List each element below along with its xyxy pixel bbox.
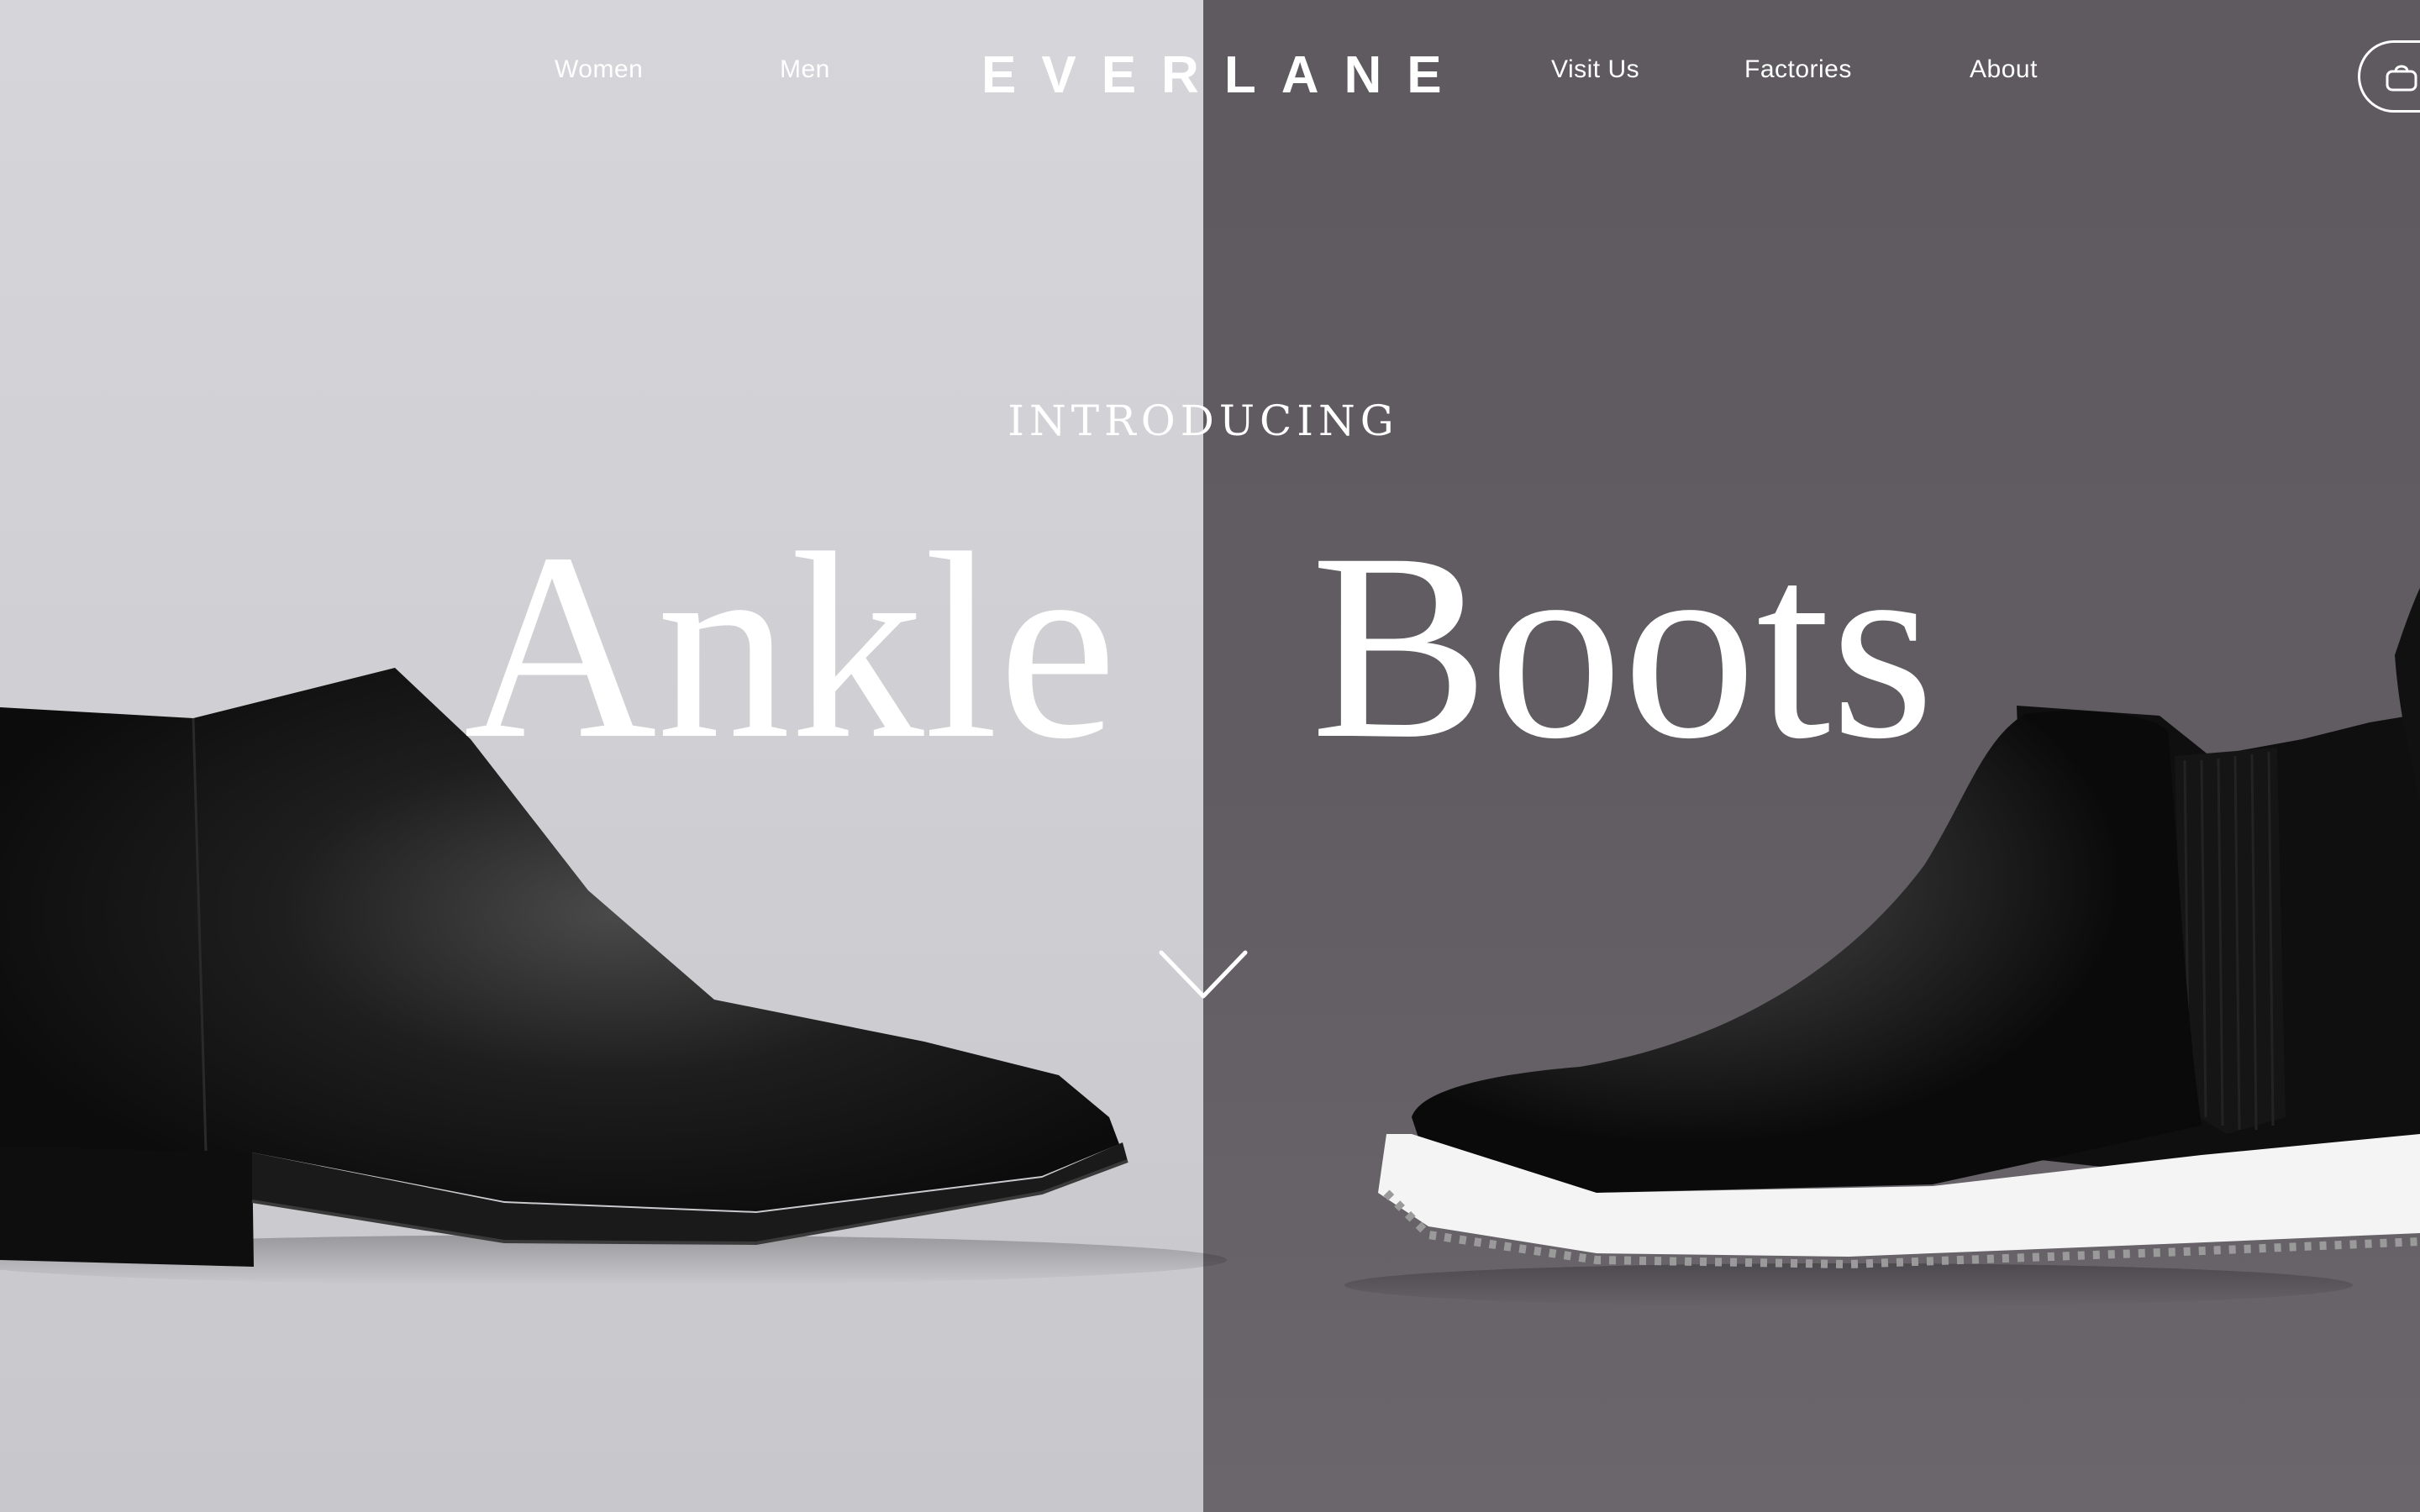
hero-headline-left: Ankle (464, 498, 1118, 794)
cart-bag-icon (2386, 65, 2417, 92)
nav-link-factories[interactable]: Factories (1744, 55, 1852, 84)
chevron-down-icon[interactable] (1158, 948, 1249, 1003)
hero-headline-right: Boots (1311, 498, 1935, 794)
nav-link-visit-us[interactable]: Visit Us (1551, 55, 1639, 84)
hero-page: Women Men EVERLANE Visit Us Factories Ab… (0, 0, 2420, 1512)
cart-button[interactable] (2358, 40, 2420, 113)
hero-kicker: INTRODUCING (1007, 396, 1399, 445)
everlane-logo[interactable]: EVERLANE (981, 45, 1467, 105)
site-header: Women Men EVERLANE Visit Us Factories Ab… (0, 0, 2420, 151)
nav-link-about[interactable]: About (1970, 55, 2038, 84)
nav-link-women[interactable]: Women (555, 55, 643, 84)
nav-link-men[interactable]: Men (780, 55, 830, 84)
boots-photo (0, 588, 2420, 1307)
